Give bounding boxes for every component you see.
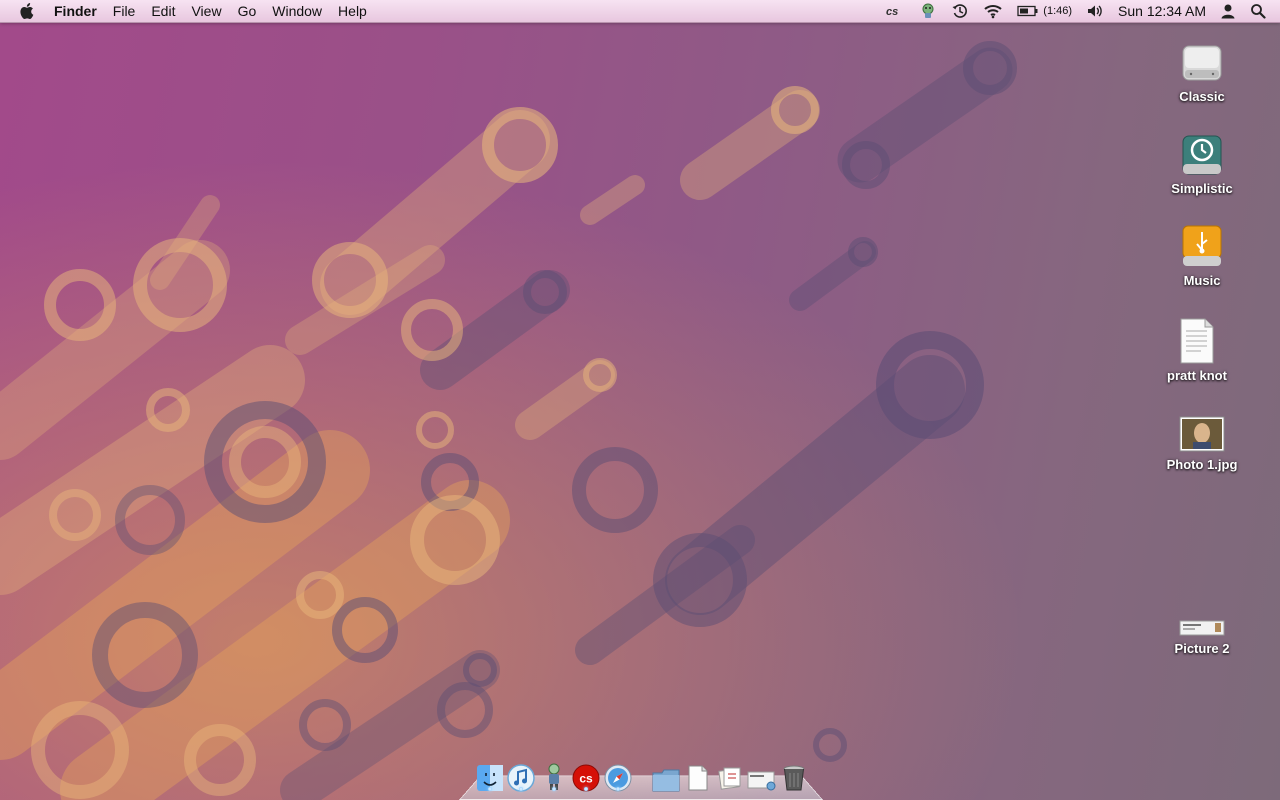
desktop-icon-picture-2[interactable]: Picture 2: [1154, 582, 1250, 656]
volume-icon[interactable]: [1086, 0, 1104, 22]
spotlight-search-icon[interactable]: [1250, 0, 1266, 22]
menu-bar: Finder File Edit View Go Window Help cs: [0, 0, 1280, 23]
battery-status[interactable]: (1:46): [1017, 0, 1072, 22]
dock-item-lastfm[interactable]: cs: [571, 760, 601, 792]
screenshots-stack-icon: [747, 771, 776, 791]
menu-help[interactable]: Help: [330, 0, 375, 22]
desktop: Finder File Edit View Go Window Help cs: [0, 0, 1280, 800]
desktop-icon-label: Photo 1.jpg: [1166, 457, 1238, 472]
menu-clock[interactable]: Sun 12:34 AM: [1118, 0, 1206, 22]
desktop-icon-label: Simplistic: [1171, 181, 1233, 196]
svg-text:cs: cs: [886, 6, 898, 18]
dock: cs: [459, 760, 823, 800]
menu-go[interactable]: Go: [230, 0, 265, 22]
desktop-icon-pratt-knot[interactable]: pratt knot: [1149, 309, 1245, 383]
running-indicator: [552, 787, 556, 791]
menu-finder[interactable]: Finder: [54, 0, 105, 22]
lastfm-icon[interactable]: cs: [885, 0, 905, 22]
svg-text:cs: cs: [579, 772, 593, 786]
desktop-icon-label: Picture 2: [1174, 641, 1230, 656]
usb-drive-icon: [1170, 214, 1234, 270]
time-machine-drive-icon: [1170, 122, 1234, 178]
desktop-icon-classic[interactable]: Classic: [1154, 30, 1250, 104]
trash-icon: [783, 765, 805, 791]
screenshot-thumbnail-icon: [1170, 582, 1234, 638]
desktop-icon-label: Classic: [1179, 89, 1225, 104]
battery-icon: [1017, 5, 1038, 17]
dock-item-safari[interactable]: [603, 760, 633, 792]
running-indicator: [584, 787, 588, 791]
desktop-icon-label: pratt knot: [1167, 368, 1227, 383]
mail-stack-icon: [718, 767, 741, 790]
documents-stack-icon: [688, 765, 708, 791]
menu-window[interactable]: Window: [264, 0, 330, 22]
menu-edit[interactable]: Edit: [143, 0, 183, 22]
photo-thumbnail-icon: [1170, 398, 1234, 454]
dock-item-mail[interactable]: [715, 760, 745, 792]
hard-drive-icon: [1170, 30, 1234, 86]
folder-stack-icon: [652, 769, 680, 792]
apple-icon[interactable]: [18, 0, 38, 22]
battery-time-remaining: (1:46): [1043, 5, 1073, 17]
user-icon[interactable]: [1220, 0, 1236, 22]
running-indicator: [616, 787, 620, 791]
dock-item-robot-app[interactable]: [539, 760, 569, 792]
running-indicator: [519, 787, 523, 791]
dock-item-screenshots[interactable]: [747, 760, 777, 792]
desktop-icon-photo-1[interactable]: Photo 1.jpg: [1154, 398, 1250, 472]
dock-item-documents[interactable]: [683, 760, 713, 792]
dock-item-finder[interactable]: [475, 760, 505, 792]
menu-view[interactable]: View: [183, 0, 229, 22]
dock-item-folder[interactable]: [651, 760, 681, 792]
desktop-icon-label: Music: [1183, 273, 1221, 288]
wallpaper-art: [0, 0, 1280, 800]
menu-file[interactable]: File: [105, 0, 144, 22]
desktop-icon-simplistic[interactable]: Simplistic: [1154, 122, 1250, 196]
growl-status-icon[interactable]: [919, 0, 937, 22]
time-machine-icon[interactable]: [951, 0, 969, 22]
wifi-icon[interactable]: [983, 0, 1003, 22]
desktop-icon-music[interactable]: Music: [1154, 214, 1250, 288]
running-indicator: [488, 787, 492, 791]
dock-item-trash[interactable]: [779, 760, 809, 792]
dock-item-itunes[interactable]: [506, 760, 536, 792]
document-icon: [1165, 309, 1229, 365]
